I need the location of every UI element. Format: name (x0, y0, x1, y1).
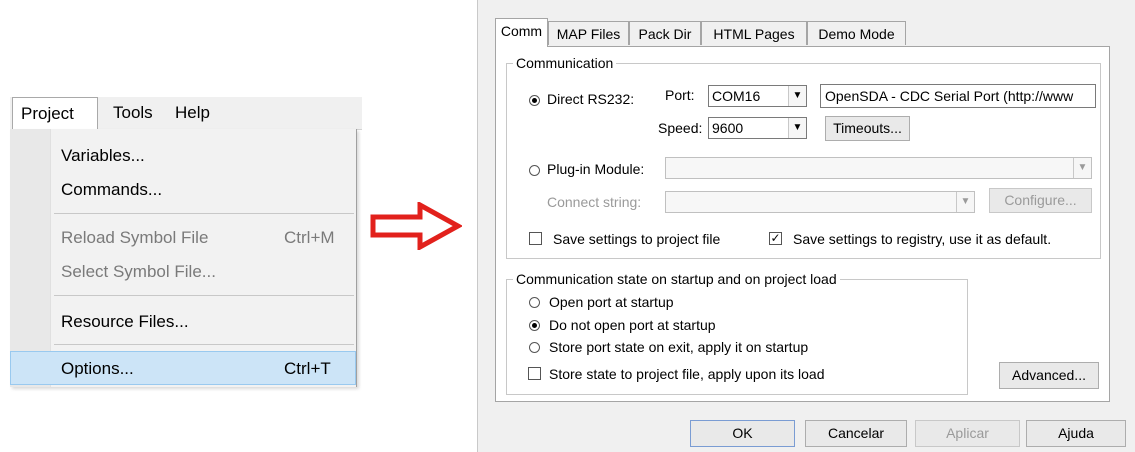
save-registry-label: Save settings to registry, use it as def… (793, 231, 1052, 247)
menu-help[interactable]: Help (175, 97, 210, 129)
menu-item-label: Resource Files... (61, 312, 189, 331)
project-dropdown-menu: Variables... Commands... Reload Symbol F… (10, 129, 357, 387)
menu-item-label: Options... (61, 359, 134, 378)
chevron-down-icon[interactable]: ▼ (956, 192, 974, 212)
menu-separator (54, 213, 354, 214)
open-port-radio[interactable] (529, 297, 540, 308)
connect-string-select[interactable]: ▼ (665, 191, 975, 213)
tab-label: MAP Files (556, 26, 621, 42)
menu-item-resource-files[interactable]: Resource Files... (10, 305, 356, 339)
speed-value: 9600 (712, 120, 744, 136)
apply-button[interactable]: Aplicar (915, 420, 1020, 447)
port-label: Port: (665, 87, 695, 103)
menu-item-reload-symbol-file: Reload Symbol File Ctrl+M (10, 221, 356, 255)
menu-item-label: Reload Symbol File (61, 228, 209, 247)
configure-button-label: Configure... (1004, 192, 1077, 208)
port-select[interactable]: COM16 ▼ (708, 85, 807, 107)
store-project-state-label: Store state to project file, apply upon … (549, 366, 825, 382)
do-not-open-port-radio[interactable] (529, 320, 540, 331)
menu-project[interactable]: Project (12, 97, 98, 129)
cancel-button[interactable]: Cancelar (805, 420, 907, 447)
store-project-state-checkbox[interactable] (528, 367, 541, 380)
menu-item-shortcut: Ctrl+T (284, 359, 331, 378)
plugin-module-select[interactable]: ▼ (665, 157, 1092, 179)
plugin-module-label: Plug-in Module: (547, 161, 645, 177)
speed-label: Speed: (658, 120, 703, 136)
options-dialog: Comm MAP Files Pack Dir HTML Pages Demo … (477, 0, 1135, 452)
save-project-checkbox[interactable] (529, 232, 542, 245)
configure-button[interactable]: Configure... (989, 188, 1092, 213)
menu-tools[interactable]: Tools (113, 97, 153, 129)
menu-project-label: Project (21, 104, 74, 123)
menu-separator (54, 344, 354, 345)
timeouts-button-label: Timeouts... (833, 120, 902, 136)
ok-button[interactable]: OK (690, 420, 795, 447)
ok-button-label: OK (732, 425, 753, 441)
comm-tab-panel: Communication Direct RS232: Port: COM16 … (495, 46, 1110, 402)
tab-map-files[interactable]: MAP Files (548, 21, 629, 45)
tab-demo-mode[interactable]: Demo Mode (807, 21, 906, 45)
menu-tools-label: Tools (113, 103, 153, 122)
tab-label: Demo Mode (818, 26, 895, 42)
menu-bar: Project Tools Help (10, 97, 362, 130)
port-description-field: OpenSDA - CDC Serial Port (http://www (820, 84, 1096, 108)
store-port-state-radio[interactable] (529, 342, 540, 353)
tab-pack-dir[interactable]: Pack Dir (629, 21, 701, 45)
apply-button-label: Aplicar (946, 425, 989, 441)
connect-string-label: Connect string: (547, 194, 642, 210)
menu-item-label: Commands... (61, 180, 163, 199)
tab-label: Comm (500, 23, 543, 39)
do-not-open-port-label: Do not open port at startup (549, 317, 716, 333)
menu-item-select-symbol-file: Select Symbol File... (10, 255, 356, 289)
menu-item-commands[interactable]: Commands... (10, 173, 356, 207)
help-button[interactable]: Ajuda (1026, 420, 1126, 447)
open-port-label: Open port at startup (549, 294, 674, 310)
startup-state-group-title: Communication state on startup and on pr… (513, 270, 840, 288)
tab-comm[interactable]: Comm (495, 18, 548, 47)
tab-label: Pack Dir (638, 26, 692, 42)
startup-state-group: Communication state on startup and on pr… (506, 270, 968, 395)
chevron-down-icon[interactable]: ▼ (1073, 158, 1091, 178)
communication-group-title: Communication (513, 54, 617, 72)
plugin-module-radio[interactable] (529, 165, 540, 176)
store-port-state-label: Store port state on exit, apply it on st… (549, 339, 809, 355)
timeouts-button[interactable]: Timeouts... (825, 116, 910, 141)
menu-item-shortcut: Ctrl+M (284, 228, 335, 247)
communication-group: Communication Direct RS232: Port: COM16 … (506, 54, 1101, 259)
speed-select[interactable]: 9600 ▼ (708, 117, 807, 139)
direct-rs232-radio[interactable] (529, 95, 540, 106)
port-value: COM16 (712, 88, 761, 104)
direct-rs232-label: Direct RS232: (547, 91, 635, 107)
help-button-label: Ajuda (1058, 425, 1094, 441)
tab-html-pages[interactable]: HTML Pages (701, 21, 807, 45)
advanced-button-label: Advanced... (1012, 367, 1086, 383)
right-arrow-icon (370, 202, 462, 250)
chevron-down-icon[interactable]: ▼ (788, 118, 806, 138)
chevron-down-icon[interactable]: ▼ (788, 86, 806, 106)
port-description-text: OpenSDA - CDC Serial Port (http://www (825, 88, 1074, 104)
tab-label: HTML Pages (713, 26, 795, 42)
menu-item-variables[interactable]: Variables... (10, 139, 356, 173)
save-project-label: Save settings to project file (553, 231, 721, 247)
advanced-button[interactable]: Advanced... (999, 362, 1099, 389)
menu-item-options[interactable]: Options... Ctrl+T (10, 351, 356, 385)
menu-help-label: Help (175, 103, 210, 122)
menu-separator (54, 295, 354, 296)
save-registry-checkbox[interactable]: ✓ (769, 232, 782, 245)
cancel-button-label: Cancelar (827, 425, 885, 441)
menu-item-label: Select Symbol File... (61, 262, 216, 281)
menu-item-label: Variables... (61, 146, 145, 165)
